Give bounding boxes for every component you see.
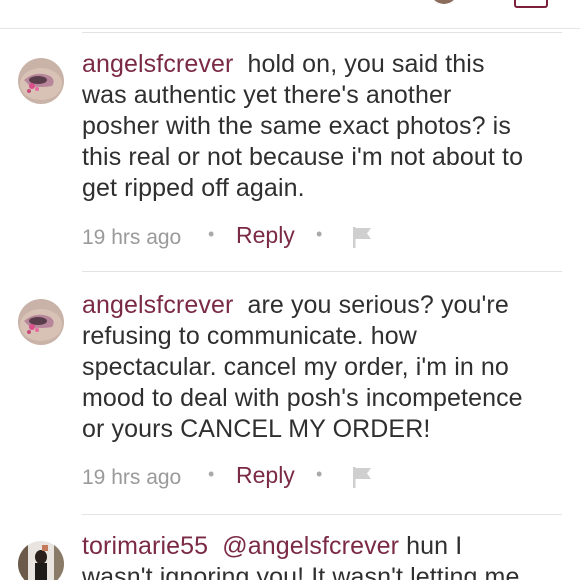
comment-username[interactable]: angelsfcrever (82, 291, 233, 319)
divider (82, 32, 562, 33)
separator-dot: • (316, 464, 323, 484)
comment-line: was authentic yet there's another (82, 81, 452, 109)
comment-line: hun I (406, 532, 463, 560)
divider (82, 271, 562, 272)
comment-line: this real or not because i'm not about t… (82, 143, 524, 171)
comment-username[interactable]: angelsfcrever (82, 50, 233, 78)
separator-dot: • (316, 224, 323, 244)
comment-timestamp: 19 hrs ago (82, 466, 182, 489)
comment-line: mood to deal with posh's incompetence (82, 384, 523, 412)
comment-line: refusing to communicate. how (82, 322, 417, 350)
comment-line: posher with the same exact photos? is (82, 112, 511, 140)
comment-line: wasn't ignoring you! It wasn't letting m… (82, 563, 520, 580)
flag-icon[interactable] (350, 224, 376, 250)
comment-username[interactable]: torimarie55 (82, 532, 208, 560)
comments-screen: g angelsfcrever hold on, you said this w… (0, 0, 580, 580)
comment-mention[interactable]: @angelsfcrever (222, 532, 399, 560)
flag-icon[interactable] (350, 464, 376, 490)
comment-meta: 19 hrs ago • Reply • (82, 462, 562, 492)
avatar-image (18, 58, 64, 104)
comment-text: angelsfcrever are you serious? you're re… (82, 290, 562, 445)
top-nav-bar: g (0, 0, 580, 29)
page-title: g (226, 0, 262, 6)
avatar[interactable] (18, 299, 64, 345)
comment-line: get ripped off again. (82, 174, 305, 202)
comment-meta: 19 hrs ago • Reply • (82, 222, 562, 252)
reply-button[interactable]: Reply (236, 462, 295, 489)
avatar[interactable] (18, 58, 64, 104)
reply-button[interactable]: Reply (236, 222, 295, 249)
comment-line: or yours CANCEL MY ORDER! (82, 415, 431, 443)
comment-line: hold on, you said this (247, 50, 485, 78)
comment-text: angelsfcrever hold on, you said this was… (82, 49, 562, 204)
avatar[interactable] (18, 541, 64, 580)
separator-dot: • (208, 464, 215, 484)
user-avatar[interactable] (430, 0, 458, 4)
comment-line: spectacular. cancel my order, i'm in no (82, 353, 509, 381)
divider (82, 514, 562, 515)
avatar-image (18, 541, 64, 580)
avatar-image (18, 299, 64, 345)
shopping-bag-icon[interactable] (514, 0, 548, 8)
comment-timestamp: 19 hrs ago (82, 226, 182, 249)
separator-dot: • (208, 224, 215, 244)
comment-text: torimarie55 @angelsfcrever hun I wasn't … (82, 531, 562, 580)
comment-line: are you serious? you're (247, 291, 509, 319)
